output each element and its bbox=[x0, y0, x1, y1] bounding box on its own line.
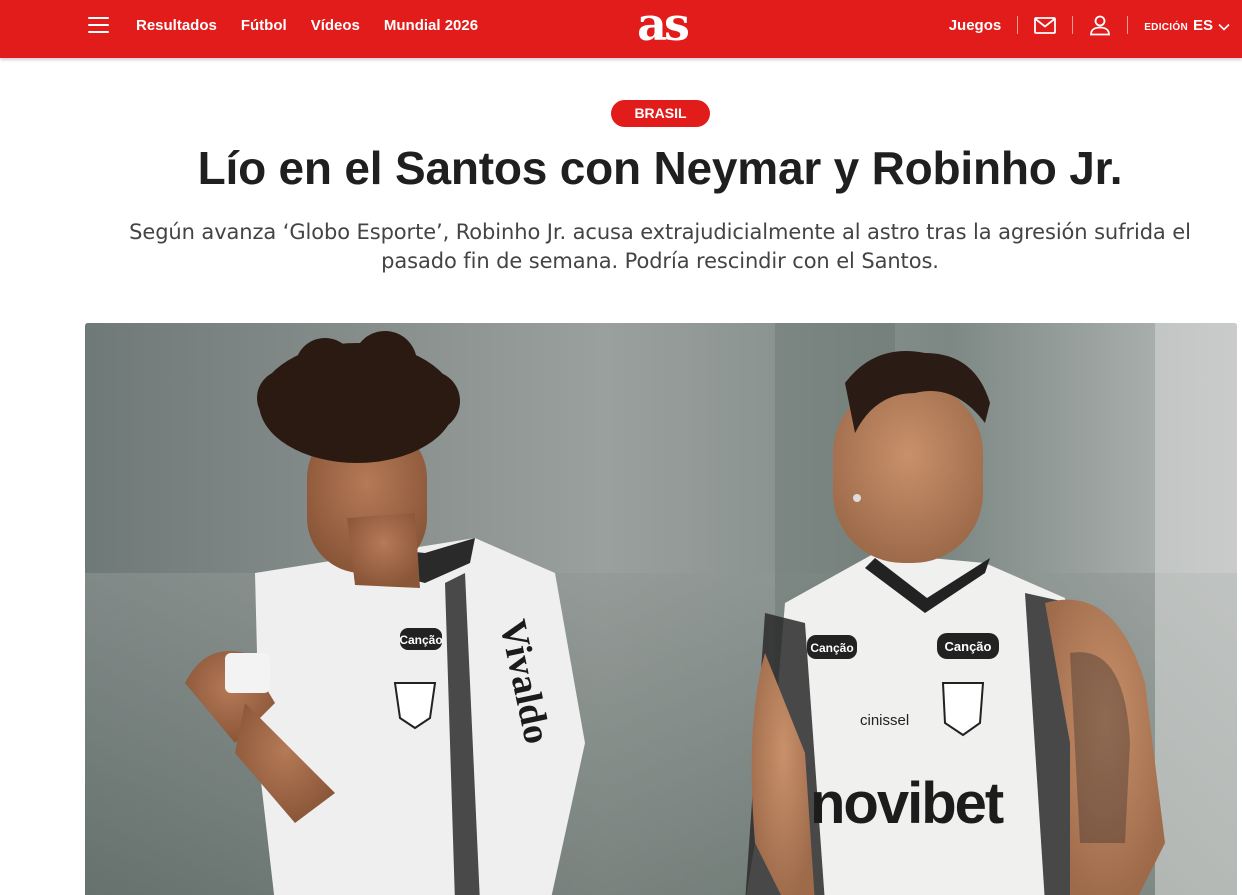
edition-code: ES bbox=[1192, 16, 1213, 34]
nav-item-futbol[interactable]: Fútbol bbox=[241, 17, 287, 34]
account-button[interactable] bbox=[1073, 0, 1127, 50]
edition-label: EDICIÓN bbox=[1144, 21, 1188, 33]
edition-selector[interactable]: EDICIÓN ES bbox=[1144, 17, 1230, 34]
divider bbox=[1127, 16, 1129, 34]
kit-maker-text: cinissel bbox=[860, 712, 909, 729]
user-icon bbox=[1090, 15, 1111, 36]
shirt-badge-text-right-1: Canção bbox=[810, 641, 853, 655]
main-nav: Resultados Fútbol Vídeos Mundial 2026 bbox=[136, 0, 502, 50]
juegos-link[interactable]: Juegos bbox=[949, 17, 1002, 34]
nav-item-mundial-2026[interactable]: Mundial 2026 bbox=[384, 17, 478, 34]
top-bar: Resultados Fútbol Vídeos Mundial 2026 as… bbox=[0, 0, 1242, 58]
article-subtitle: Según avanza ‘Globo Esporte’, Robinho Jr… bbox=[129, 220, 1191, 273]
section-tag[interactable]: BRASIL bbox=[611, 100, 710, 127]
site-logo[interactable]: as bbox=[631, 1, 693, 47]
nav-item-videos[interactable]: Vídeos bbox=[311, 17, 360, 34]
header-actions: Juegos EDICIÓN ES bbox=[949, 0, 1242, 50]
article-photo: Canção Vivaldo Canção Canção cinissel no… bbox=[85, 323, 1237, 895]
shirt-badge-text-right-2: Canção bbox=[945, 639, 992, 654]
menu-icon[interactable] bbox=[88, 16, 110, 34]
chest-sponsor-text: novibet bbox=[810, 771, 1004, 836]
article-headline: Lío en el Santos con Neymar y Robinho Jr… bbox=[197, 142, 1123, 194]
mail-icon bbox=[1034, 16, 1057, 34]
nav-item-resultados[interactable]: Resultados bbox=[136, 17, 217, 34]
shirt-badge-text: Canção bbox=[399, 633, 442, 647]
chevron-down-icon bbox=[1218, 23, 1230, 31]
newsletter-button[interactable] bbox=[1018, 0, 1072, 50]
